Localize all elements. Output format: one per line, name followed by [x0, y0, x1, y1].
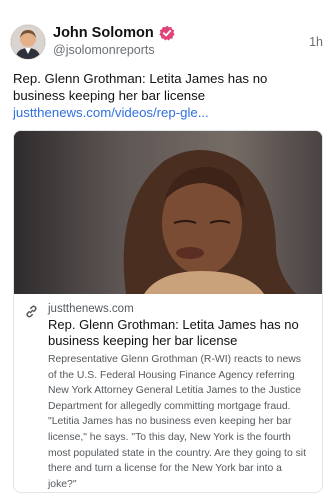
- chain-link-icon: [26, 305, 37, 318]
- link-preview-title[interactable]: Rep. Glenn Grothman: Letita James has no…: [48, 317, 312, 349]
- link-preview-description: Representative Glenn Grothman (R-WI) rea…: [48, 354, 306, 490]
- author-handle[interactable]: @jsolomonreports: [53, 43, 155, 57]
- post-text: Rep. Glenn Grothman: Letita James has no…: [13, 70, 313, 121]
- news-photo-image: [14, 131, 322, 294]
- avatar-photo-icon: [11, 25, 45, 59]
- link-preview-card[interactable]: justthenews.com Rep. Glenn Grothman: Let…: [13, 130, 323, 493]
- post: John Solomon @jsolomonreports 1h Rep. Gl…: [0, 0, 336, 500]
- post-link[interactable]: justthenews.com/videos/rep-gle...: [13, 105, 209, 120]
- link-preview-domain: justthenews.com: [48, 303, 134, 315]
- post-timestamp[interactable]: 1h: [309, 35, 323, 49]
- author-avatar[interactable]: [11, 25, 45, 59]
- link-preview-body: justthenews.com Rep. Glenn Grothman: Let…: [14, 294, 322, 492]
- verified-badge-icon: [159, 25, 175, 41]
- author-name[interactable]: John Solomon: [53, 25, 154, 41]
- post-text-body: Rep. Glenn Grothman: Letita James has no…: [13, 71, 268, 103]
- author-name-row: John Solomon: [53, 25, 175, 41]
